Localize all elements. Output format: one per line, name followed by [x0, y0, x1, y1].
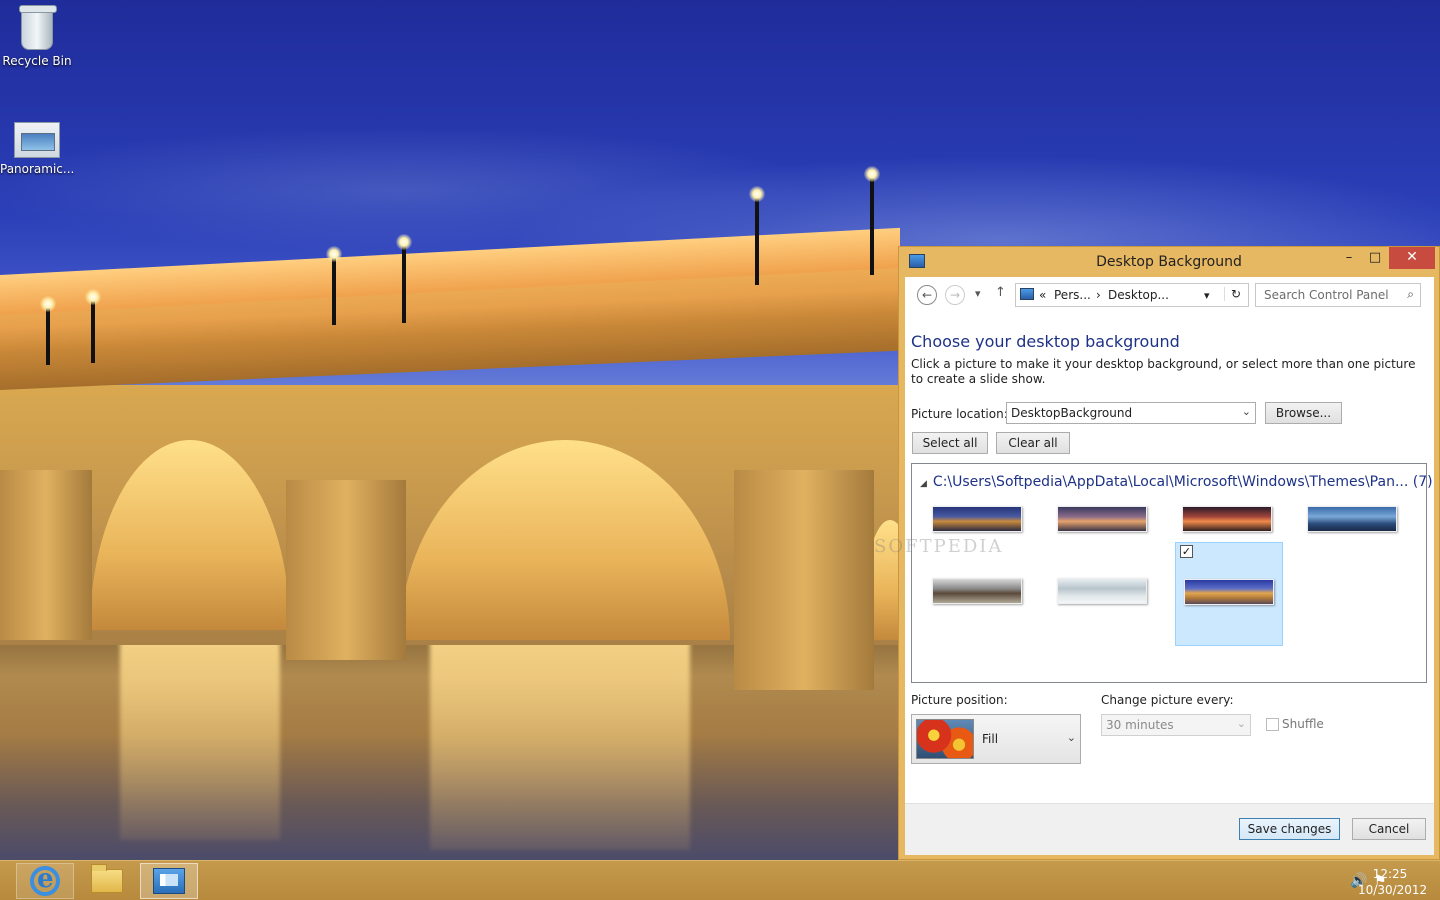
gallery-group-path: C:\Users\Softpedia\AppData\Local\Microso…: [932, 474, 1433, 490]
wallpaper-lamp-glow: [326, 246, 342, 262]
close-button[interactable]: ✕: [1389, 247, 1435, 269]
thumbnail-cell[interactable]: [1049, 542, 1157, 646]
desktop-icon-recycle-bin[interactable]: Recycle Bin: [0, 5, 74, 68]
forward-button[interactable]: →: [945, 285, 965, 305]
picture-position-select[interactable]: Fill ⌄: [911, 714, 1081, 764]
maximize-button[interactable]: □: [1361, 247, 1389, 269]
desktop-background-window: Desktop Background – □ ✕ ← → ▾ ↑ « Pers.…: [874, 246, 1440, 860]
thumbnail-city-bridge-blue[interactable]: [1307, 506, 1397, 532]
wallpaper-lamp: [91, 298, 95, 363]
breadcrumb-personalization[interactable]: Pers...: [1054, 288, 1091, 302]
clock[interactable]: 12:25 10/30/2012: [1358, 866, 1428, 898]
desktop-icon-label: Recycle Bin: [2, 54, 72, 68]
thumbnail-cell[interactable]: [1299, 500, 1407, 604]
chevron-down-icon: ⌄: [1236, 717, 1246, 730]
thumbnail-bridge-sunset[interactable]: [1057, 506, 1147, 532]
address-dropdown-button[interactable]: ▾: [1204, 289, 1210, 302]
wallpaper-lamp-glow: [864, 166, 880, 182]
change-interval-select[interactable]: 30 minutes ⌄: [1101, 714, 1251, 736]
taskbar-control-panel[interactable]: [140, 863, 198, 899]
page-description: Click a picture to make it your desktop …: [911, 357, 1416, 386]
thumbnail-golden-gate-clouds[interactable]: [932, 578, 1022, 604]
page-title: Choose your desktop background: [911, 332, 1180, 351]
wallpaper-gallery: ◢ C:\Users\Softpedia\AppData\Local\Micros…: [874, 463, 1433, 683]
up-button[interactable]: ↑: [995, 285, 1006, 300]
collapse-icon[interactable]: ◢: [920, 479, 927, 489]
thumbnail-snowy-bridge[interactable]: [1057, 578, 1147, 604]
picture-position-preview: [916, 719, 974, 759]
breadcrumb-separator: ›: [1096, 288, 1101, 302]
navigation-bar: ← → ▾ ↑ « Pers... › Desktop... ▾ ↻ Searc…: [905, 277, 1434, 315]
thumbnail-cell[interactable]: [924, 542, 1032, 646]
wallpaper-pier: [0, 470, 92, 640]
refresh-button[interactable]: ↻: [1224, 287, 1241, 301]
recycle-bin-icon: [19, 5, 57, 50]
picture-location-select[interactable]: DesktopBackground ⌄: [1006, 402, 1256, 424]
minimize-button[interactable]: –: [1335, 247, 1363, 269]
wallpaper-pier: [734, 470, 874, 690]
picture-position-label: Picture position:: [911, 693, 1008, 707]
thumbnail-pont-neuf-night[interactable]: [1184, 579, 1274, 605]
chevron-down-icon: ⌄: [1241, 405, 1251, 418]
breadcrumb-desktop-background[interactable]: Desktop...: [1108, 288, 1169, 302]
thumbnail-bridge-night[interactable]: [932, 506, 1022, 532]
wallpaper-lamp: [870, 175, 874, 275]
dialog-footer: Save changes Cancel: [905, 803, 1434, 855]
clock-date: 10/30/2012: [1358, 883, 1428, 897]
search-placeholder: Search Control Panel: [1264, 288, 1389, 302]
address-bar[interactable]: « Pers... › Desktop... ▾ ↻: [1015, 283, 1249, 307]
save-changes-button[interactable]: Save changes: [1239, 818, 1340, 840]
shuffle-label: Shuffle: [1282, 717, 1324, 731]
select-all-button[interactable]: Select all: [912, 432, 988, 454]
wallpaper-lamp-glow: [749, 186, 765, 202]
address-overflow-chevron[interactable]: «: [1039, 288, 1046, 302]
shuffle-checkbox[interactable]: [1266, 718, 1279, 731]
picture-location-label: Picture location:: [911, 407, 1008, 421]
picture-location-value: DesktopBackground: [1011, 406, 1133, 420]
wallpaper-lamp: [402, 243, 406, 323]
cancel-button[interactable]: Cancel: [1352, 818, 1426, 840]
window-titlebar[interactable]: Desktop Background – □ ✕: [899, 247, 1439, 277]
control-panel-icon: [1020, 288, 1034, 300]
wallpaper-lamp-glow: [40, 296, 56, 312]
wallpaper-reflection: [120, 640, 280, 840]
taskbar: 🔊 ⚑ 12:25 10/30/2012: [0, 860, 1440, 900]
taskbar-file-explorer[interactable]: [78, 863, 136, 899]
thumbnail-ferris-wheel-sunset[interactable]: [1182, 506, 1272, 532]
change-picture-label: Change picture every:: [1101, 693, 1234, 707]
clear-all-button[interactable]: Clear all: [996, 432, 1070, 454]
picture-position-value: Fill: [982, 732, 999, 746]
clock-time: 12:25: [1372, 867, 1408, 881]
search-input[interactable]: Search Control Panel ⌕: [1255, 283, 1421, 307]
thumbnail-cell-selected[interactable]: ✓: [1175, 542, 1283, 646]
folder-icon: [91, 864, 123, 893]
thumbnail-checkbox[interactable]: ✓: [1180, 545, 1193, 558]
window-client-area: ← → ▾ ↑ « Pers... › Desktop... ▾ ↻ Searc…: [874, 277, 1434, 855]
gallery-group-header[interactable]: ◢ C:\Users\Softpedia\AppData\Local\Micros…: [920, 474, 1433, 490]
wallpaper-pier: [286, 480, 406, 660]
wallpaper-lamp: [755, 195, 759, 285]
taskbar-internet-explorer[interactable]: [16, 863, 74, 899]
system-tray: 🔊 ⚑ 12:25 10/30/2012: [1240, 861, 1440, 900]
wallpaper-reflection: [430, 640, 690, 850]
browse-button[interactable]: Browse...: [1265, 402, 1342, 424]
search-icon[interactable]: ⌕: [1407, 287, 1414, 302]
desktop-icon-label: Panoramic...: [0, 162, 75, 176]
desktop-icon-panoramic[interactable]: Panoramic...: [0, 122, 74, 176]
wallpaper-lamp-glow: [85, 289, 101, 305]
wallpaper-lamp-glow: [396, 234, 412, 250]
back-button[interactable]: ←: [917, 285, 937, 305]
change-interval-value: 30 minutes: [1106, 718, 1174, 732]
wallpaper-lamp: [332, 255, 336, 325]
internet-explorer-icon: [30, 864, 60, 896]
recent-locations-button[interactable]: ▾: [975, 287, 981, 300]
control-panel-icon: [153, 868, 185, 894]
chevron-down-icon: ⌄: [1066, 731, 1076, 744]
wallpaper-lamp: [46, 305, 50, 365]
theme-pack-icon: [14, 122, 60, 158]
